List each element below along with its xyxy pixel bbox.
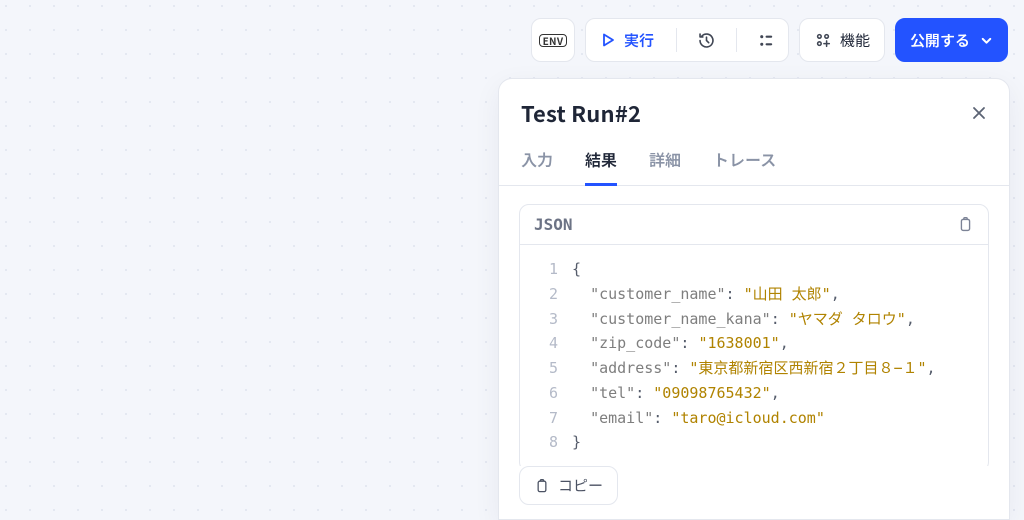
code-line: 1{ (532, 257, 976, 282)
code-line: 3 "customer_name_kana": "ヤマダ タロウ", (532, 307, 976, 332)
copy-label: コピー (558, 475, 603, 496)
env-icon: ENV (539, 34, 568, 47)
tab-detail[interactable]: 詳細 (649, 147, 681, 186)
run-button[interactable]: 実行 (586, 19, 668, 61)
clipboard-icon (534, 478, 550, 494)
run-button-group: 実行 (585, 18, 789, 62)
publish-button[interactable]: 公開する (895, 18, 1008, 62)
history-button[interactable] (685, 19, 728, 61)
clipboard-icon (957, 216, 974, 233)
features-button[interactable]: 機能 (799, 18, 885, 62)
features-label: 機能 (840, 30, 870, 51)
json-format-label: JSON (534, 215, 573, 234)
play-icon (600, 32, 616, 48)
tab-input[interactable]: 入力 (521, 147, 553, 186)
chevron-down-icon (980, 34, 993, 47)
code-line: 4 "zip_code": "1638001", (532, 331, 976, 356)
panel-tabs: 入力結果詳細トレース (499, 129, 1009, 186)
close-button[interactable] (971, 105, 987, 121)
publish-label: 公開する (910, 30, 970, 51)
run-label: 実行 (624, 30, 654, 51)
code-line: 2 "customer_name": "山田 太郎", (532, 282, 976, 307)
code-line: 7 "email": "taro@icloud.com" (532, 406, 976, 431)
copy-json-button[interactable] (957, 216, 974, 233)
add-feature-icon (814, 31, 832, 49)
env-button[interactable]: ENV (531, 18, 575, 62)
test-run-panel: Test Run#2 入力結果詳細トレース JSON 1{2 "customer… (498, 78, 1010, 520)
close-icon (971, 105, 987, 121)
code-line: 8} (532, 430, 976, 455)
top-toolbar: ENV 実行 機能 公開する (531, 18, 1008, 62)
steps-icon (757, 31, 776, 50)
json-output-card: JSON 1{2 "customer_name": "山田 太郎",3 "cus… (519, 204, 989, 466)
code-line: 6 "tel": "09098765432", (532, 381, 976, 406)
tab-result[interactable]: 結果 (585, 147, 617, 186)
step-button[interactable] (745, 19, 788, 61)
panel-title: Test Run#2 (521, 97, 641, 129)
copy-button[interactable]: コピー (519, 466, 618, 505)
history-icon (697, 31, 716, 50)
code-line: 5 "address": "東京都新宿区西新宿２丁目８−１", (532, 356, 976, 381)
tab-trace[interactable]: トレース (713, 147, 776, 186)
json-code-block: 1{2 "customer_name": "山田 太郎",3 "customer… (520, 245, 988, 466)
